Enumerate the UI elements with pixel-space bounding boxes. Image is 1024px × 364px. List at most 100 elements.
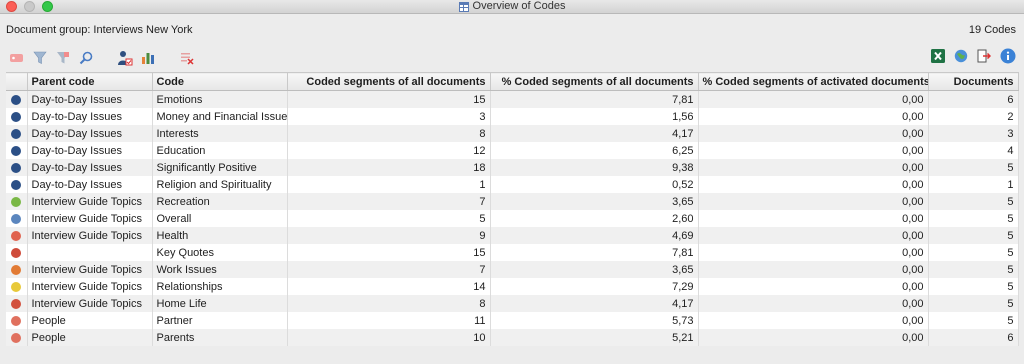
- pct-all-cell: 5,21: [490, 329, 699, 346]
- codes-table-container: Parent code Code Coded segments of all d…: [6, 72, 1019, 346]
- filter-clear-icon[interactable]: [54, 49, 72, 67]
- pct-all-cell: 3,65: [490, 261, 699, 278]
- pct-all-cell: 5,73: [490, 312, 699, 329]
- pct-activated-cell: 0,00: [698, 142, 929, 159]
- pct-activated-cell: 0,00: [698, 176, 929, 193]
- delete-list-icon[interactable]: [178, 49, 196, 67]
- parent-code-cell: Interview Guide Topics: [27, 210, 153, 227]
- coded-segments-column-header[interactable]: Coded segments of all documents: [287, 72, 491, 91]
- coded-segments-cell: 11: [287, 312, 491, 329]
- coded-segments-cell: 15: [287, 90, 491, 108]
- table-row[interactable]: People Parents 10 5,21 0,00 6: [6, 329, 1019, 346]
- table-row[interactable]: Day-to-Day Issues Emotions 15 7,81 0,00 6: [6, 90, 1019, 108]
- documents-cell: 1: [928, 176, 1019, 193]
- table-row[interactable]: Interview Guide Topics Overall 5 2,60 0,00 5: [6, 210, 1019, 227]
- parent-code-cell: [27, 244, 153, 261]
- table-row[interactable]: Day-to-Day Issues Significantly Positive 1…: [6, 159, 1019, 176]
- coded-segments-cell: 18: [287, 159, 491, 176]
- pct-all-cell: 3,65: [490, 193, 699, 210]
- code-color-icon: [11, 94, 22, 105]
- info-icon[interactable]: [1000, 48, 1016, 67]
- pct-activated-cell: 0,00: [698, 312, 929, 329]
- table-row[interactable]: Interview Guide Topics Relationships 14 7,2…: [6, 278, 1019, 295]
- coded-segments-cell: 7: [287, 193, 491, 210]
- code-cell: Key Quotes: [152, 244, 288, 261]
- code-color-icon: [11, 298, 22, 309]
- pct-all-column-header[interactable]: % Coded segments of all documents: [490, 72, 699, 91]
- documents-cell: 5: [928, 261, 1019, 278]
- code-column-header[interactable]: Code: [152, 72, 288, 91]
- pct-activated-cell: 0,00: [698, 261, 929, 278]
- search-icon[interactable]: [77, 49, 95, 67]
- filter-icon[interactable]: [31, 49, 49, 67]
- tag-icon[interactable]: [8, 49, 26, 67]
- window-title: Overview of Codes: [472, 0, 566, 12]
- bar-chart-icon[interactable]: [139, 49, 157, 67]
- code-cell: Interests: [152, 125, 288, 142]
- documents-cell: 5: [928, 278, 1019, 295]
- documents-cell: 5: [928, 193, 1019, 210]
- close-window-button[interactable]: [6, 1, 17, 12]
- pct-activated-cell: 0,00: [698, 159, 929, 176]
- code-color-cell: [6, 210, 28, 227]
- code-color-cell: [6, 329, 28, 346]
- pct-activated-cell: 0,00: [698, 295, 929, 312]
- pct-all-cell: 4,69: [490, 227, 699, 244]
- pct-activated-column-header[interactable]: % Coded segments of activated documents: [698, 72, 929, 91]
- pct-all-cell: 6,25: [490, 142, 699, 159]
- coded-segments-cell: 14: [287, 278, 491, 295]
- table-row[interactable]: People Partner 11 5,73 0,00 5: [6, 312, 1019, 329]
- codes-table: Parent code Code Coded segments of all d…: [6, 72, 1019, 346]
- code-color-cell: [6, 193, 28, 210]
- window-title-wrap: Overview of Codes: [458, 0, 566, 13]
- code-cell: Partner: [152, 312, 288, 329]
- export-icon[interactable]: [977, 49, 992, 66]
- code-cell: Relationships: [152, 278, 288, 295]
- color-column-header[interactable]: [6, 72, 28, 91]
- pct-all-cell: 9,38: [490, 159, 699, 176]
- parent-code-cell: People: [27, 329, 153, 346]
- code-count: 19 Codes: [968, 24, 1016, 36]
- excel-export-icon[interactable]: [931, 49, 945, 66]
- table-row[interactable]: Interview Guide Topics Health 9 4,69 0,00 5: [6, 227, 1019, 244]
- maximize-window-button[interactable]: [42, 1, 53, 12]
- parent-code-cell: Interview Guide Topics: [27, 278, 153, 295]
- documents-column-header[interactable]: Documents: [928, 72, 1019, 91]
- documents-cell: 5: [928, 159, 1019, 176]
- code-cell: Home Life: [152, 295, 288, 312]
- minimize-window-button[interactable]: [24, 1, 35, 12]
- code-cell: Recreation: [152, 193, 288, 210]
- table-row[interactable]: Interview Guide Topics Recreation 7 3,65 0,0…: [6, 193, 1019, 210]
- parent-code-cell: Day-to-Day Issues: [27, 108, 153, 125]
- code-color-icon: [11, 315, 22, 326]
- table-row[interactable]: Day-to-Day Issues Religion and Spirituali…: [6, 176, 1019, 193]
- user-activate-icon[interactable]: [116, 49, 134, 67]
- pct-activated-cell: 0,00: [698, 108, 929, 125]
- code-cell: Emotions: [152, 90, 288, 108]
- code-color-cell: [6, 261, 28, 278]
- pct-activated-cell: 0,00: [698, 210, 929, 227]
- table-row[interactable]: Interview Guide Topics Work Issues 7 3,65 0,…: [6, 261, 1019, 278]
- title-bar: Overview of Codes: [0, 0, 1024, 14]
- code-color-icon: [11, 332, 22, 343]
- coded-segments-cell: 9: [287, 227, 491, 244]
- parent-code-column-header[interactable]: Parent code: [27, 72, 153, 91]
- pct-all-cell: 7,81: [490, 244, 699, 261]
- table-row[interactable]: Interview Guide Topics Home Life 8 4,17 0,00…: [6, 295, 1019, 312]
- pct-all-cell: 1,56: [490, 108, 699, 125]
- code-cell: Overall: [152, 210, 288, 227]
- web-export-icon[interactable]: [954, 49, 968, 66]
- code-color-icon: [11, 179, 22, 190]
- code-cell: Religion and Spirituality: [152, 176, 288, 193]
- pct-activated-cell: 0,00: [698, 227, 929, 244]
- coded-segments-cell: 10: [287, 329, 491, 346]
- table-row[interactable]: Day-to-Day Issues Money and Financial Iss…: [6, 108, 1019, 125]
- table-row[interactable]: Day-to-Day Issues Education 12 6,25 0,00 4: [6, 142, 1019, 159]
- pct-all-cell: 4,17: [490, 125, 699, 142]
- table-row[interactable]: Key Quotes 15 7,81 0,00 5: [6, 244, 1019, 261]
- coded-segments-cell: 8: [287, 295, 491, 312]
- table-icon: [458, 1, 469, 12]
- table-row[interactable]: Day-to-Day Issues Interests 8 4,17 0,00 3: [6, 125, 1019, 142]
- info-bar: Document group: Interviews New York 19 C…: [0, 14, 1024, 44]
- pct-activated-cell: 0,00: [698, 193, 929, 210]
